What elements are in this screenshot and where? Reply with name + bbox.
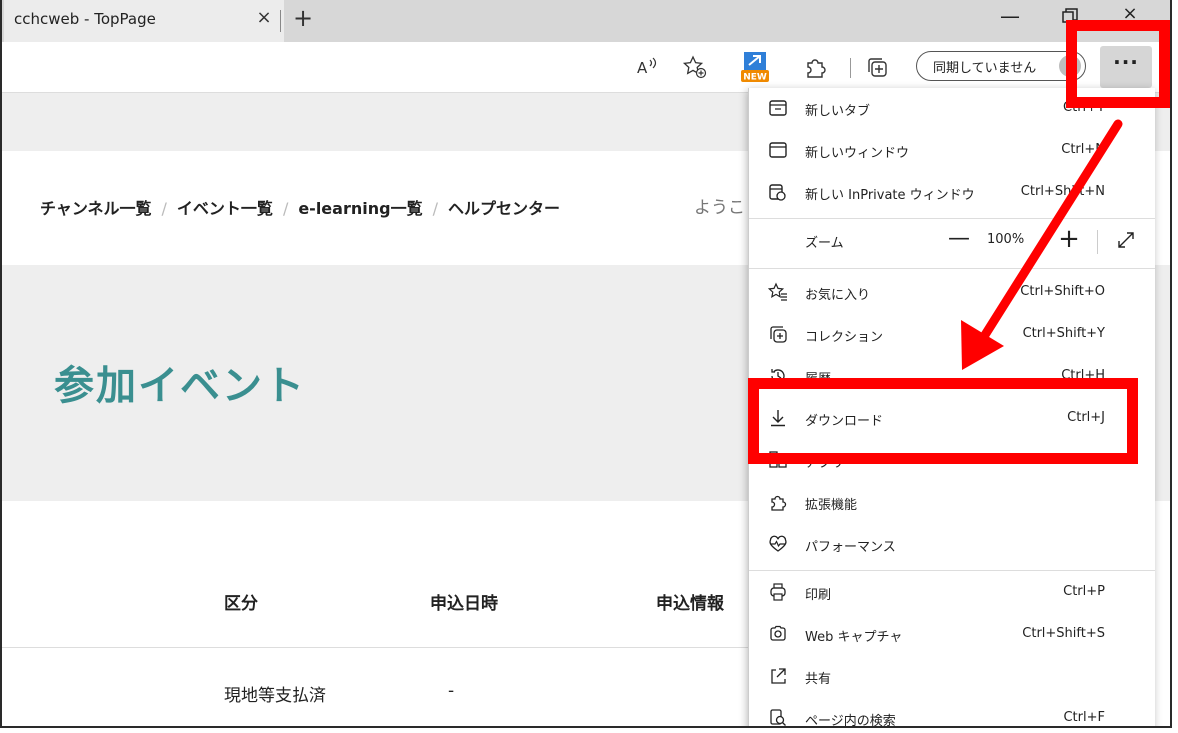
menu-item-extensions[interactable]: 拡張機能 — [749, 484, 1155, 524]
web-capture-icon — [767, 624, 789, 646]
site-nav-links: チャンネル一覧 / イベント一覧 / e-learning一覧 / ヘルプセンター — [40, 195, 560, 219]
nav-separator: / — [282, 199, 289, 218]
zoom-in-button[interactable]: + — [1057, 224, 1081, 254]
read-aloud-icon[interactable]: A — [634, 54, 660, 80]
nav-channel-list[interactable]: チャンネル一覧 — [40, 199, 152, 218]
menu-item-print[interactable]: 印刷 Ctrl+P — [749, 574, 1155, 614]
svg-text:A: A — [637, 59, 648, 77]
tab-title: cchcweb - TopPage — [14, 10, 156, 28]
close-tab-icon[interactable]: × — [252, 6, 276, 30]
browser-toolbar: A NEW 同期していません ··· — [2, 42, 1170, 93]
new-tab-button[interactable]: + — [290, 4, 316, 34]
tab-strip: cchcweb - TopPage × + — × — [2, 0, 1170, 42]
column-header-category: 区分 — [224, 594, 258, 614]
menu-separator — [749, 570, 1155, 571]
menu-item-find[interactable]: ページ内の検索 Ctrl+F — [749, 700, 1155, 726]
find-icon — [767, 708, 789, 726]
table-row-divider — [2, 647, 762, 648]
menu-item-new-window[interactable]: 新しいウィンドウ Ctrl+N — [749, 132, 1155, 172]
menu-item-web-capture[interactable]: Web キャプチャ Ctrl+Shift+S — [749, 616, 1155, 656]
menu-item-collections[interactable]: コレクション Ctrl+Shift+Y — [749, 316, 1155, 356]
favorites-icon — [767, 282, 789, 304]
nav-separator: / — [432, 199, 438, 218]
collections-icon[interactable] — [864, 54, 890, 80]
menu-separator — [749, 218, 1155, 219]
nav-separator: / — [161, 199, 167, 218]
highlight-more-button — [1066, 20, 1170, 108]
tab-toppage[interactable]: cchcweb - TopPage × — [4, 0, 284, 42]
fullscreen-icon[interactable] — [1115, 230, 1137, 252]
browser-window: cchcweb - TopPage × + — × A NEW 同期していません… — [0, 0, 1172, 728]
menu-item-share[interactable]: 共有 — [749, 658, 1155, 698]
menu-separator — [749, 268, 1155, 269]
nav-event-list[interactable]: イベント一覧 — [177, 199, 273, 218]
new-tab-icon — [767, 98, 789, 120]
page-title: 参加イベント — [54, 363, 306, 409]
share-icon — [767, 666, 789, 688]
collections-icon — [767, 324, 789, 346]
menu-item-performance[interactable]: パフォーマンス — [749, 526, 1155, 566]
sync-status-label: 同期していません — [933, 61, 1037, 76]
window-icon — [767, 140, 789, 162]
nav-elearning-list[interactable]: e-learning一覧 — [298, 199, 422, 218]
performance-icon — [767, 534, 789, 556]
menu-item-favorites[interactable]: お気に入り Ctrl+Shift+O — [749, 274, 1155, 314]
welcome-text: ようこ — [694, 198, 745, 218]
address-bar[interactable] — [2, 46, 742, 88]
new-feature-icon[interactable]: NEW — [740, 50, 770, 84]
column-header-info: 申込情報 — [656, 594, 724, 614]
column-header-date: 申込日時 — [430, 594, 498, 614]
extensions-icon[interactable] — [802, 54, 828, 80]
inprivate-icon — [767, 182, 789, 204]
highlight-download-item — [748, 378, 1138, 464]
zoom-label: ズーム — [805, 236, 844, 251]
nav-help-center[interactable]: ヘルプセンター — [448, 199, 560, 218]
table-cell-date: - — [448, 681, 455, 701]
menu-item-inprivate-window[interactable]: 新しい InPrivate ウィンドウ Ctrl+Shift+N — [749, 174, 1155, 214]
profile-sync-button[interactable]: 同期していません — [916, 51, 1086, 81]
zoom-separator — [1097, 230, 1098, 254]
table-cell-category: 現地等支払済 — [224, 686, 326, 706]
extensions-icon — [767, 492, 789, 514]
add-favorite-icon[interactable] — [682, 54, 708, 80]
new-badge-text: NEW — [743, 73, 767, 83]
print-icon — [767, 582, 789, 604]
zoom-level: 100% — [987, 232, 1025, 247]
menu-item-zoom: ズーム — 100% + — [749, 222, 1155, 262]
zoom-out-button[interactable]: — — [947, 226, 971, 251]
minimize-button[interactable]: — — [1000, 4, 1020, 28]
tab-separator — [280, 10, 281, 32]
toolbar-separator — [850, 58, 851, 78]
